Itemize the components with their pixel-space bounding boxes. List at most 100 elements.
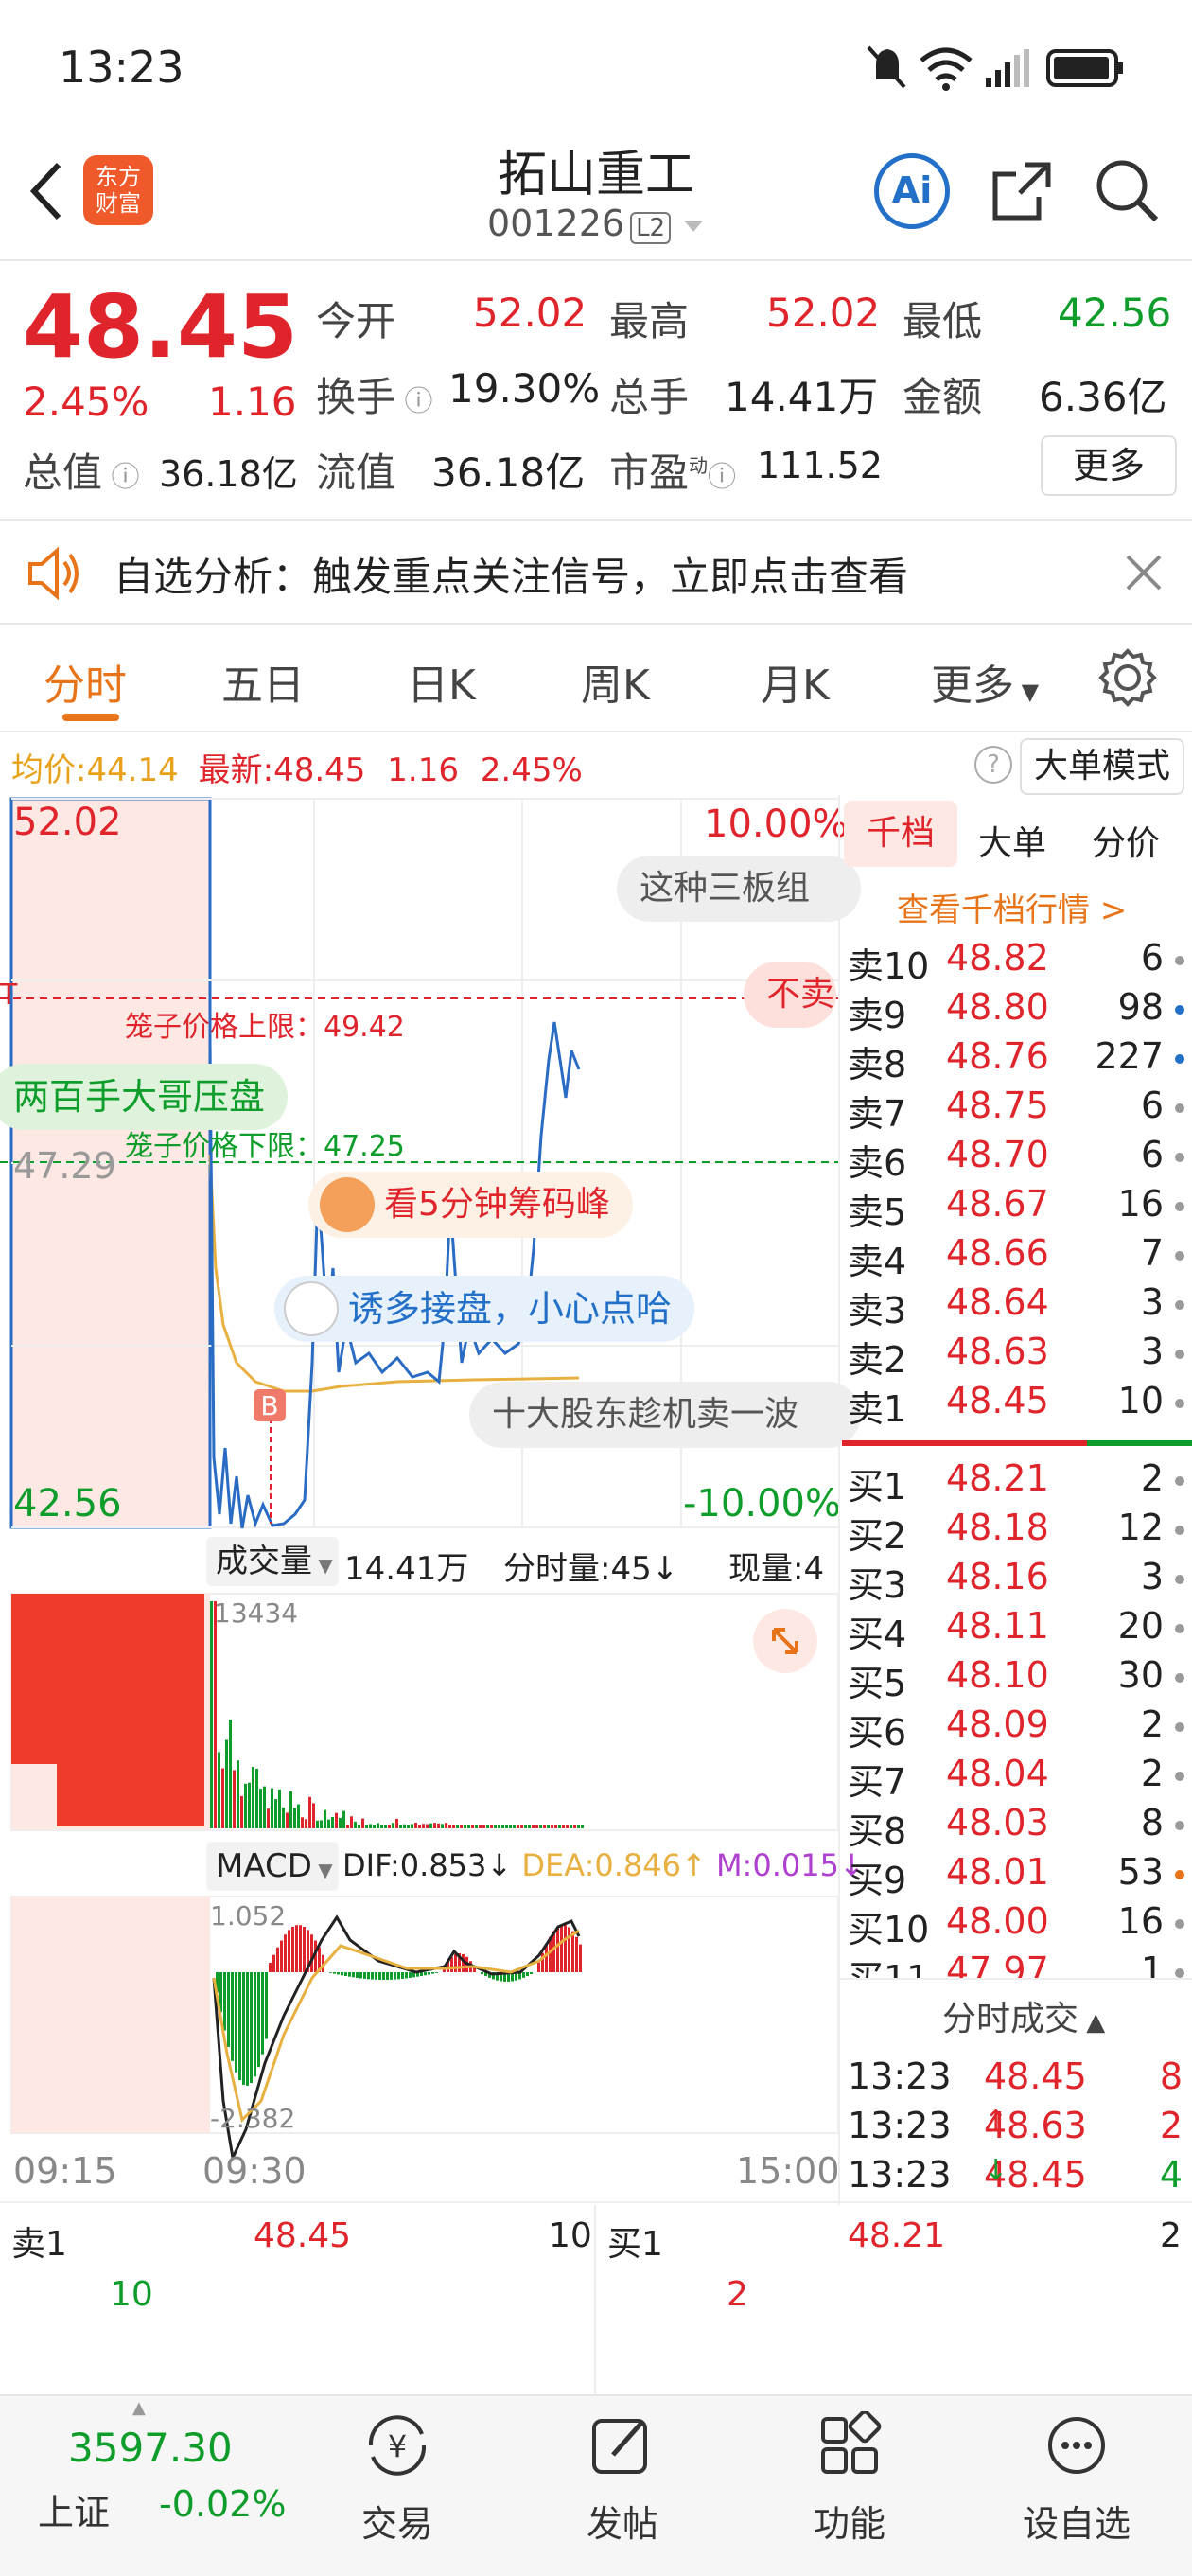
volume-indicator-select[interactable]: 成交量 ▼ — [206, 1537, 339, 1586]
view-all-levels-link[interactable]: 查看千档行情 > — [897, 884, 1127, 930]
change-amount: 1.16 — [208, 379, 297, 425]
level-dot-icon — [1175, 1722, 1184, 1732]
tab-thousand-levels[interactable]: 千档 — [844, 801, 957, 867]
ask-level-row[interactable]: 卖9 48.80 98 — [842, 986, 1192, 1036]
bid-level-row[interactable]: 买3 48.16 3 — [842, 1556, 1192, 1606]
level-qty: 3 — [1140, 1556, 1164, 1597]
trade-row: 13:23 48.45 8 — [848, 2056, 1183, 2097]
ask-level-row[interactable]: 卖8 48.76 227 — [842, 1035, 1192, 1085]
level-qty: 20 — [1117, 1605, 1164, 1647]
level-dot-icon — [1175, 1968, 1184, 1978]
level-dot-icon — [1175, 1005, 1184, 1015]
nav-post[interactable]: 发帖 — [547, 2404, 698, 2547]
tab-five-day[interactable]: 五日 — [221, 651, 305, 712]
macd-indicator-select[interactable]: MACD ▼ — [206, 1842, 339, 1891]
nav-functions[interactable]: 功能 — [774, 2404, 925, 2547]
level-price: 48.67 — [946, 1183, 1049, 1225]
bid-level-row[interactable]: 买9 48.01 53 — [842, 1851, 1192, 1901]
bottom-buy1-price: 48.21 — [848, 2216, 946, 2255]
ask-level-row[interactable]: 卖3 48.64 3 — [842, 1281, 1192, 1332]
search-icon[interactable] — [1094, 157, 1162, 225]
level-qty: 2 — [1140, 1703, 1164, 1745]
banner-text: 自选分析：触发重点关注信号，立即点击查看 — [114, 554, 909, 600]
bid-level-row[interactable]: 买11 47.97 1 — [842, 1950, 1192, 1978]
big-order-mode-button[interactable]: 大单模式 — [1020, 738, 1184, 795]
comment-pill[interactable]: 十大股东趁机卖一波 — [469, 1382, 861, 1448]
nav-add-watchlist[interactable]: 设自选 — [1001, 2404, 1152, 2547]
bottom-buy1-label: 买1 — [607, 2225, 663, 2264]
analysis-banner[interactable]: 自选分析：触发重点关注信号，立即点击查看 — [0, 522, 1192, 623]
tab-monthly-k[interactable]: 月K — [761, 651, 830, 712]
ask-level-row[interactable]: 卖1 48.45 10 — [842, 1380, 1192, 1430]
index-widget[interactable]: ▲ 3597.30 上证 -0.02% — [0, 2394, 312, 2574]
bid-level-row[interactable]: 买8 48.03 8 — [842, 1802, 1192, 1852]
level-label: 卖6 — [848, 1142, 907, 1184]
tab-daily-k[interactable]: 日K — [407, 651, 476, 712]
info-icon[interactable]: ⓘ — [395, 385, 433, 418]
index-name: 上证 — [38, 2492, 111, 2533]
index-change: -0.02% — [159, 2483, 287, 2525]
share-icon[interactable] — [988, 157, 1056, 225]
nav-trade[interactable]: ¥ 交易 — [322, 2404, 473, 2547]
trades-title[interactable]: 分时成交 ▲ — [942, 1991, 1105, 2040]
comment-pill[interactable]: 两百手大哥压盘 — [0, 1064, 289, 1130]
ai-button[interactable]: Ai — [874, 153, 950, 229]
grid-apps-icon — [821, 2409, 882, 2474]
level-qty: 10 — [1117, 1380, 1164, 1421]
tab-big-orders[interactable]: 大单 — [978, 816, 1046, 865]
bid-level-row[interactable]: 买4 48.11 20 — [842, 1605, 1192, 1655]
mascot-icon — [320, 1177, 375, 1232]
tab-weekly-k[interactable]: 周K — [581, 651, 650, 712]
tab-price-dist[interactable]: 分价 — [1092, 816, 1160, 865]
expand-button[interactable] — [753, 1609, 817, 1673]
ai-label: Ai — [891, 169, 933, 211]
chart-top-pct: 10.00% — [704, 803, 849, 846]
comment-pill[interactable]: 这种三板组 — [617, 856, 861, 922]
ask-level-row[interactable]: 卖2 48.63 3 — [842, 1331, 1192, 1381]
ask-level-row[interactable]: 卖4 48.66 7 — [842, 1232, 1192, 1282]
bid-level-row[interactable]: 买5 48.10 30 — [842, 1654, 1192, 1704]
expand-icon — [772, 1628, 798, 1654]
bid-level-row[interactable]: 买6 48.09 2 — [842, 1703, 1192, 1754]
level-badge: L2 — [630, 212, 672, 244]
bid-level-row[interactable]: 买2 48.18 12 — [842, 1507, 1192, 1557]
bottom-buy-sub: 2 — [727, 2275, 748, 2314]
ask-level-row[interactable]: 卖5 48.67 16 — [842, 1183, 1192, 1233]
ask-level-row[interactable]: 卖10 48.82 6 — [842, 937, 1192, 987]
settings-gear-icon[interactable] — [1097, 647, 1158, 708]
level-price: 48.66 — [946, 1232, 1049, 1274]
wifi-icon — [920, 47, 973, 91]
info-icon[interactable]: ⓘ — [102, 461, 140, 494]
tab-intraday[interactable]: 分时 — [44, 651, 127, 712]
level-qty: 2 — [1140, 1753, 1164, 1794]
level-dot-icon — [1175, 1399, 1184, 1408]
bid-level-row[interactable]: 买1 48.21 2 — [842, 1457, 1192, 1508]
bid-level-row[interactable]: 买7 48.04 2 — [842, 1753, 1192, 1803]
open-value: 52.02 — [473, 290, 587, 336]
ask-level-row[interactable]: 卖7 48.75 6 — [842, 1085, 1192, 1135]
ask-level-row[interactable]: 卖6 48.70 6 — [842, 1134, 1192, 1184]
svg-text:B: B — [260, 1390, 278, 1421]
level-label: 卖10 — [848, 945, 930, 987]
level-label: 卖3 — [848, 1290, 907, 1332]
info-icon[interactable]: ⓘ — [708, 461, 736, 494]
level-dot-icon — [1175, 1575, 1184, 1584]
chart-header: 均价:44.14 最新:48.45 1.16 2.45% — [11, 751, 583, 789]
more-button[interactable]: 更多 — [1041, 435, 1177, 496]
stock-code-row[interactable]: 001226 L2 — [487, 203, 705, 244]
level-dot-icon — [1175, 956, 1184, 965]
comment-pill-chip-peak[interactable]: 看5分钟筹码峰 — [308, 1172, 633, 1238]
caret-down-icon: ▼ — [1014, 679, 1040, 705]
comment-pill[interactable]: 不卖 — [744, 962, 836, 1028]
comment-pill-warning[interactable]: 诱多接盘，小心点哈 — [274, 1276, 695, 1342]
bid-level-row[interactable]: 买10 48.00 16 — [842, 1900, 1192, 1950]
minute-volume: 分时量:45↓ — [503, 1550, 679, 1588]
tab-more[interactable]: 更多 ▼ — [931, 651, 1039, 712]
help-icon[interactable]: ? — [974, 746, 1012, 784]
turnover-label: 换手 ⓘ — [316, 374, 433, 420]
volume-max-label: 13434 — [214, 1597, 299, 1629]
level-label: 买3 — [848, 1564, 907, 1606]
close-icon[interactable] — [1122, 551, 1166, 594]
level-qty: 6 — [1140, 1134, 1164, 1175]
level-label: 买7 — [848, 1761, 907, 1803]
